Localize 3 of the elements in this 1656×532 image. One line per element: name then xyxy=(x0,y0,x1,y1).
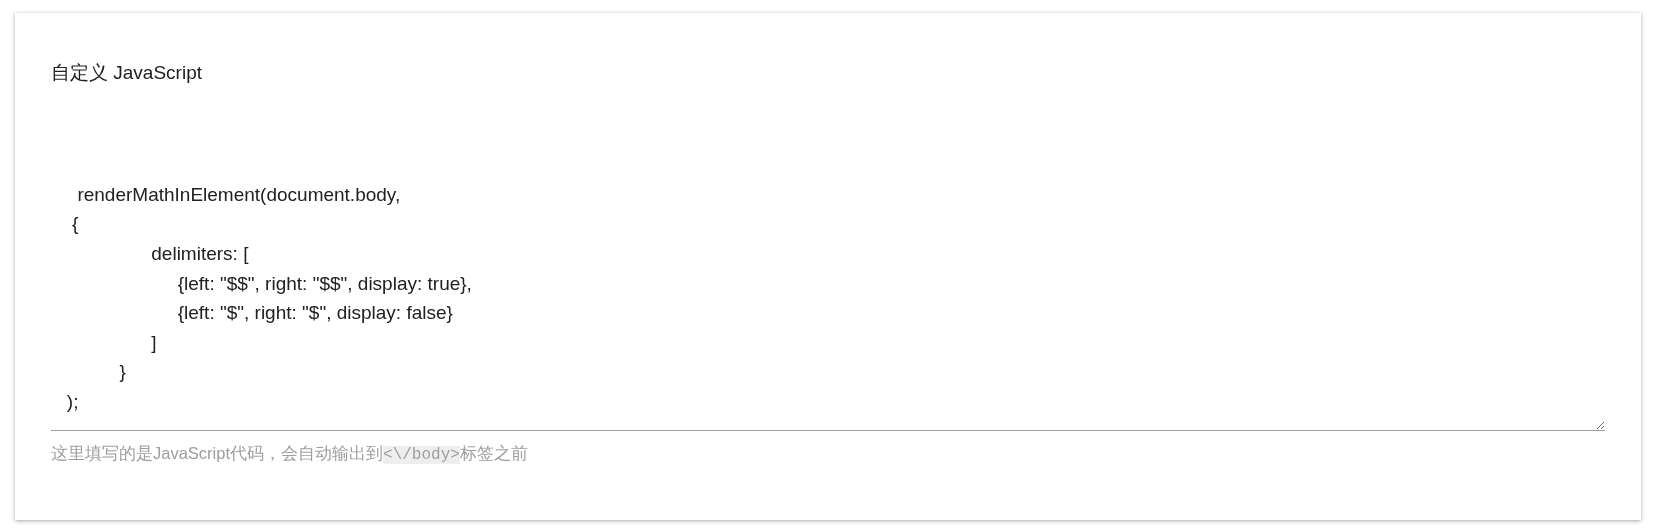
code-input-field[interactable]: renderMathInElement(document.body, { delimiters: [ {left: "$$", right: "$$", display: true}, {left: "$", right: "$", display: false} ] } ); xyxy=(51,91,1605,431)
field-label: 自定义 JavaScript xyxy=(51,61,203,85)
hint-text: 这里填写的是JavaScript代码，会自动输出到<\/body>标签之前 xyxy=(51,443,529,466)
